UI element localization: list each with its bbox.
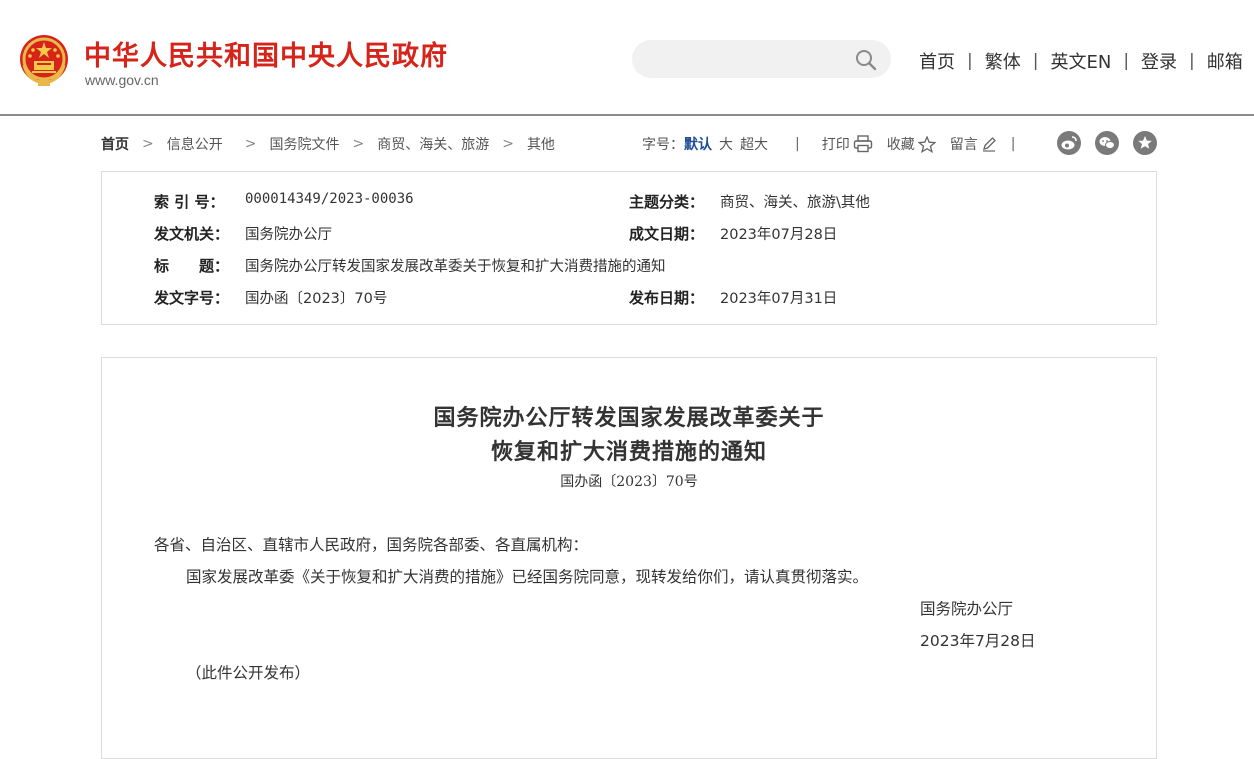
comment-label: 留言 [949, 137, 978, 153]
pencil-icon [982, 137, 996, 152]
article: 国务院办公厅转发国家发展改革委关于 恢复和扩大消费措施的通知 国办函〔2023〕… [101, 357, 1157, 759]
meta-value: 国务院办公厅 [245, 227, 332, 243]
nav-traditional[interactable]: 繁体 [985, 48, 1021, 74]
meta-label: 索 引 号： [154, 193, 225, 211]
font-size-default[interactable]: 默认 [684, 134, 712, 154]
breadcrumb-home[interactable]: 首页 [101, 134, 129, 154]
site-domain: www.gov.cn [85, 72, 159, 88]
meta-label: 发文字号： [154, 289, 230, 307]
breadcrumb-other[interactable]: 其他 [527, 134, 555, 154]
meta-topic: 主题分类： 商贸、海关、旅游\其他 [629, 191, 870, 212]
search-box [632, 40, 891, 78]
article-date: 2023年7月28日 [920, 632, 1036, 650]
article-signature: 国务院办公厅 [920, 600, 1014, 618]
nav-home[interactable]: 首页 [919, 48, 955, 74]
meta-label: 主题分类： [629, 193, 705, 211]
meta-issuer: 发文机关： 国务院办公厅 [154, 223, 332, 244]
article-body: 国家发展改革委《关于恢复和扩大消费的措施》已经国务院同意，现转发给你们，请认真贯… [186, 568, 869, 586]
header-divider [0, 114, 1254, 116]
nav-mailbox[interactable]: 邮箱 [1207, 48, 1243, 74]
nav-separator: | [1189, 51, 1195, 71]
search-icon[interactable] [855, 49, 877, 71]
meta-published-date: 发布日期： 2023年07月31日 [629, 287, 837, 308]
nav-english[interactable]: 英文EN [1050, 48, 1111, 74]
font-size-large[interactable]: 大 [719, 134, 733, 154]
article-title-line-1: 国务院办公厅转发国家发展改革委关于 [433, 405, 825, 431]
font-size-xlarge[interactable]: 超大 [740, 134, 768, 154]
chevron-right-icon: > [352, 136, 365, 152]
meta-label: 成文日期： [629, 225, 705, 243]
weibo-icon[interactable] [1057, 131, 1081, 155]
wechat-icon[interactable] [1095, 131, 1119, 155]
chevron-right-icon: > [502, 136, 514, 152]
article-salutation: 各省、自治区、直辖市人民政府，国务院各部委、各直属机构： [154, 536, 589, 554]
tools-separator: | [795, 136, 800, 152]
meta-label: 标 题： [154, 257, 230, 275]
meta-title: 标 题： 国务院办公厅转发国家发展改革委关于恢复和扩大消费措施的通知 [154, 255, 666, 276]
print-label: 打印 [821, 137, 850, 153]
document-metadata: 索 引 号： 000014349/2023-00036 主题分类： 商贸、海关、… [101, 171, 1157, 325]
breadcrumb-state-council-docs[interactable]: 国务院文件 [269, 134, 339, 154]
meta-value: 000014349/2023-00036 [245, 191, 414, 207]
chevron-right-icon: > [142, 136, 154, 152]
favorite-button[interactable]: 收藏 [887, 134, 936, 154]
nav-separator: | [1123, 51, 1130, 71]
meta-value: 2023年07月28日 [720, 227, 838, 243]
nav-separator: | [1032, 51, 1039, 71]
breadcrumb-info-disclosure[interactable]: 信息公开 [167, 134, 223, 154]
site-header: 中华人民共和国中央人民政府 www.gov.cn 首页 | 繁体 | 英文EN … [0, 0, 1254, 115]
top-nav: 首页 | 繁体 | 英文EN | 登录 | 邮箱 [919, 48, 1243, 74]
meta-label: 发文机关： [154, 225, 230, 243]
collect-star-icon[interactable] [1133, 131, 1157, 155]
printer-icon [853, 135, 872, 153]
breadcrumb-category[interactable]: 商贸、海关、旅游 [377, 134, 489, 154]
chevron-right-icon: > [244, 136, 257, 152]
meta-index: 索 引 号： 000014349/2023-00036 [154, 191, 414, 212]
site-title[interactable]: 中华人民共和国中央人民政府 [84, 34, 448, 73]
article-title-line-2: 恢复和扩大消费措施的通知 [490, 439, 767, 465]
search-input[interactable] [648, 48, 852, 72]
meta-written-date: 成文日期： 2023年07月28日 [629, 223, 837, 244]
meta-label: 发布日期： [629, 289, 705, 307]
meta-value: 国务院办公厅转发国家发展改革委关于恢复和扩大消费措施的通知 [245, 259, 666, 275]
tools-separator: | [1010, 136, 1016, 152]
star-outline-icon [917, 135, 936, 153]
page-tools: 字号： 默认 大 超大 | 打印 收藏 留言 | [642, 134, 1015, 154]
article-doc-number: 国办函〔2023〕70号 [560, 474, 698, 490]
article-note: （此件公开发布） [186, 664, 311, 682]
nav-login[interactable]: 登录 [1141, 48, 1177, 74]
meta-doc-number: 发文字号： 国办函〔2023〕70号 [154, 287, 387, 308]
comment-button[interactable]: 留言 [950, 134, 997, 154]
favorite-label: 收藏 [886, 137, 915, 153]
font-size-label: 字号： [642, 137, 684, 153]
nav-separator: | [967, 51, 973, 71]
breadcrumb: 首页 > 信息公开 > 国务院文件 > 商贸、海关、旅游 > 其他 [101, 134, 555, 154]
print-button[interactable]: 打印 [822, 134, 873, 154]
meta-value: 国办函〔2023〕70号 [245, 291, 388, 307]
meta-value: 商贸、海关、旅游\其他 [720, 195, 870, 211]
national-emblem-icon[interactable] [18, 33, 70, 87]
meta-value: 2023年07月31日 [720, 291, 838, 307]
